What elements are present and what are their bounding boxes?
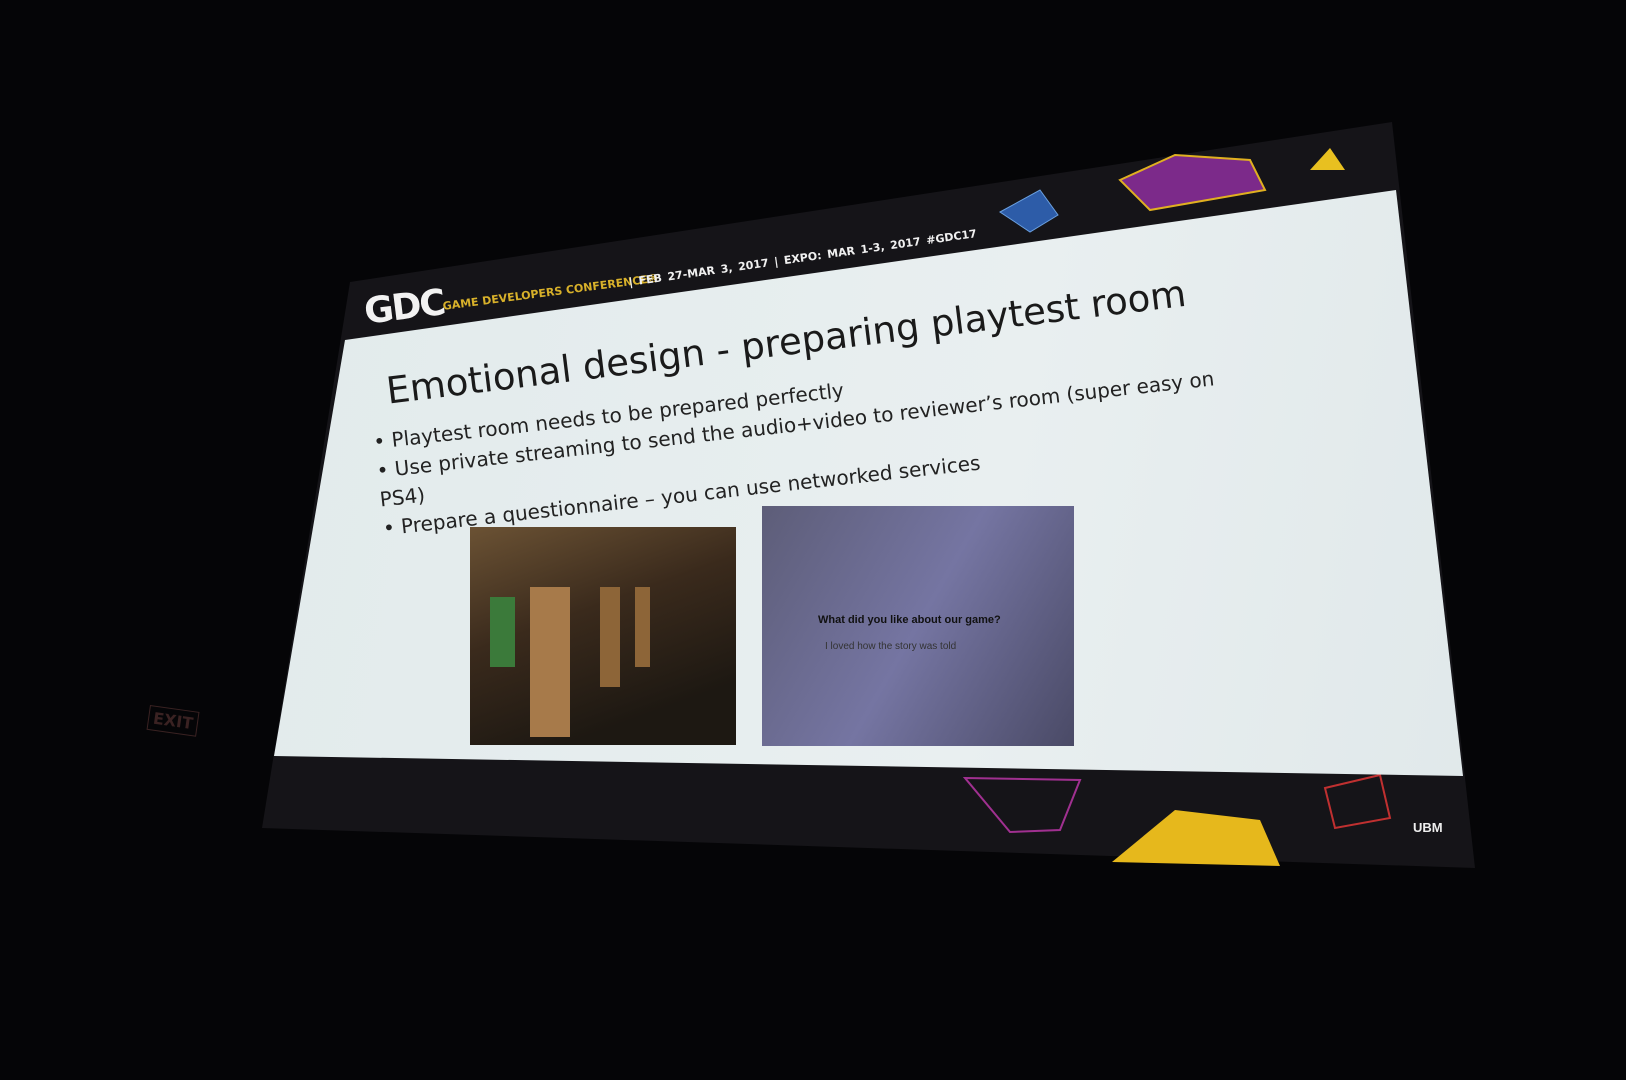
red-cube-shape [1323,773,1392,830]
questionnaire-question: What did you like about our game? [818,614,1001,626]
blue-pyramid-shape [999,189,1059,233]
questionnaire-answer: I loved how the story was told [825,641,957,652]
purple-hexagon-shape [1118,153,1267,212]
questionnaire-photo [762,506,1074,746]
ubm-logo: UBM [1413,820,1443,835]
playtest-room-photo [470,527,736,745]
magenta-polyhedron-shape [962,776,1082,834]
yellow-prism-shape [1112,810,1280,866]
yellow-triangle-shape [1310,148,1345,170]
